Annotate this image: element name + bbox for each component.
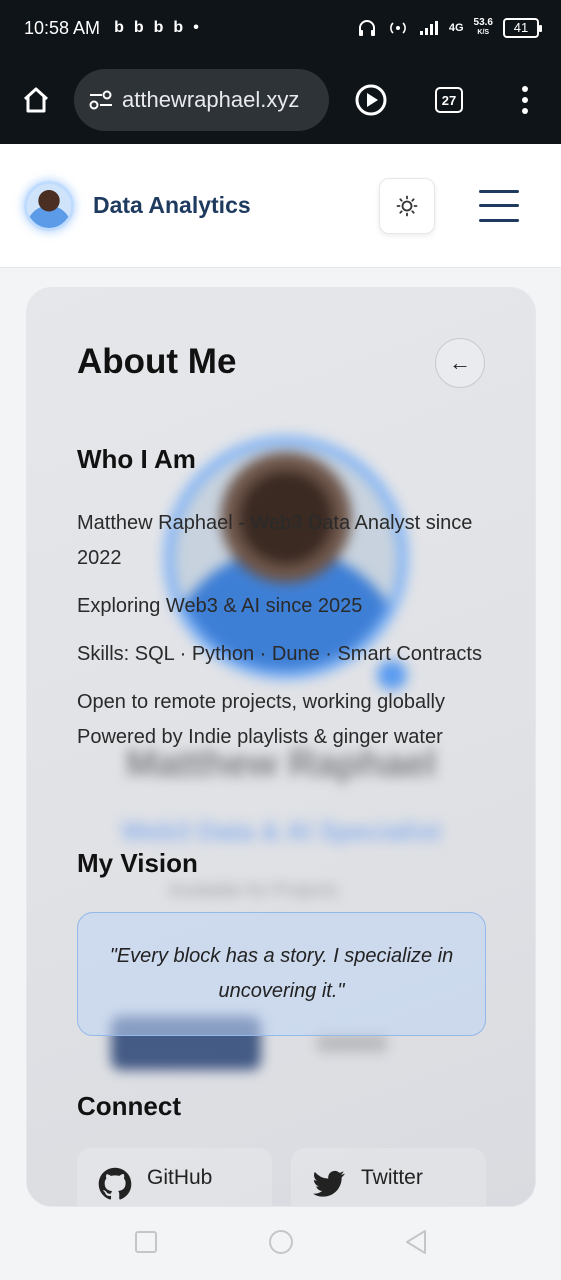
- notification-icon: b: [133, 19, 144, 36]
- twitter-link[interactable]: Twitter: [291, 1148, 486, 1206]
- brand-title[interactable]: Data Analytics: [93, 192, 251, 219]
- home-button[interactable]: [16, 80, 56, 120]
- status-bar: 10:58 AM b b b b • 4G 53.6 K/S 41: [0, 0, 561, 56]
- circle-icon: [268, 1229, 293, 1254]
- home-nav-button[interactable]: [268, 1229, 294, 1260]
- play-button[interactable]: [351, 80, 391, 120]
- about-line: Skills: SQL · Python · Dune · Smart Cont…: [77, 643, 482, 665]
- more-vertical-icon: [522, 86, 528, 114]
- menu-bar: [479, 204, 519, 207]
- notification-icon: b: [153, 19, 164, 36]
- recents-button[interactable]: [134, 1230, 158, 1259]
- headphones-icon: [358, 20, 375, 36]
- back-nav-button[interactable]: [404, 1229, 428, 1260]
- back-button[interactable]: ←: [435, 338, 485, 388]
- sun-icon: [396, 195, 418, 216]
- background-secondary-button: [317, 1034, 387, 1052]
- battery-indicator: 41: [503, 18, 542, 38]
- site-header: Data Analytics: [0, 144, 561, 268]
- about-line: Powered by Indie playlists & ginger wate…: [77, 726, 443, 748]
- background-role: Web3 Data & AI Specialist: [121, 816, 441, 846]
- about-card: Matthew Raphael Web3 Data & AI Specialis…: [26, 287, 536, 1207]
- twitter-label: Twitter: [361, 1166, 423, 1189]
- about-line: Exploring Web3 & AI since 2025: [77, 595, 363, 617]
- browser-menu-button[interactable]: [505, 80, 545, 120]
- signal-icon: [419, 21, 438, 35]
- github-link[interactable]: GitHub: [77, 1148, 272, 1206]
- connect-heading: Connect: [77, 1091, 181, 1121]
- about-line: Open to remote projects, working globall…: [77, 691, 445, 713]
- about-title: About Me: [77, 342, 237, 381]
- network-speed: 53.6 K/S: [473, 17, 493, 37]
- my-vision-heading: My Vision: [77, 848, 198, 878]
- menu-bar: [479, 218, 519, 222]
- square-icon: [134, 1230, 157, 1253]
- notification-dot: •: [193, 19, 199, 36]
- status-right: 4G 53.6 K/S 41: [357, 17, 542, 38]
- network-type: 4G: [448, 22, 464, 34]
- avatar[interactable]: [24, 180, 74, 231]
- url-text: atthewraphael.xyz: [122, 87, 300, 112]
- github-label: GitHub: [147, 1166, 213, 1189]
- status-time: 10:58 AM: [24, 17, 101, 38]
- site-settings-icon: [89, 90, 112, 110]
- triangle-back-icon: [405, 1229, 426, 1254]
- who-i-am-heading: Who I Am: [77, 444, 196, 474]
- play-circle-icon: [355, 84, 387, 116]
- github-icon: [97, 1166, 133, 1202]
- theme-toggle-button[interactable]: [379, 177, 435, 234]
- hotspot-icon: [389, 22, 406, 34]
- home-icon: [23, 87, 49, 113]
- notification-icons: b b b b •: [114, 19, 199, 37]
- twitter-icon: [311, 1166, 347, 1202]
- about-list: Matthew Raphael - Web3 Data Analyst sinc…: [77, 506, 492, 768]
- system-nav-bar: [0, 1208, 561, 1280]
- address-bar[interactable]: atthewraphael.xyz: [74, 69, 329, 131]
- notification-icon: b: [114, 19, 124, 36]
- browser-toolbar: atthewraphael.xyz 27: [0, 56, 561, 144]
- tab-count: 27: [435, 87, 463, 113]
- notification-icon: b: [173, 19, 184, 36]
- tabs-button[interactable]: 27: [429, 80, 469, 120]
- background-availability: Available for Projects: [169, 880, 338, 900]
- about-line: Matthew Raphael - Web3 Data Analyst sinc…: [77, 512, 473, 569]
- menu-bar: [479, 189, 519, 193]
- hamburger-menu-button[interactable]: [479, 189, 519, 222]
- vision-quote: "Every block has a story. I specialize i…: [77, 912, 486, 1036]
